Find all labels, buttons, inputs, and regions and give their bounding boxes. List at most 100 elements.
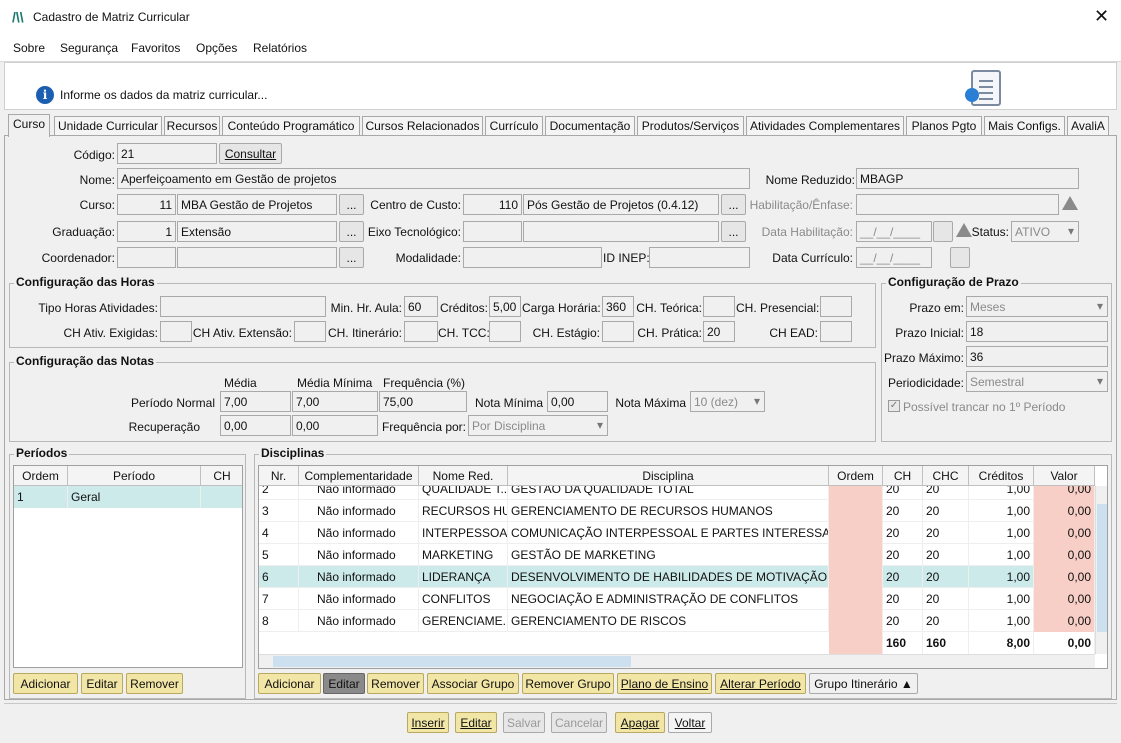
tab-conteudo[interactable]: Conteúdo Programático <box>222 116 360 136</box>
nota-maxima-select[interactable]: 10 (dez) <box>690 391 765 412</box>
ch-estagio-field[interactable] <box>602 321 634 342</box>
periodicidade-select[interactable]: Semestral <box>966 371 1108 392</box>
menu-relatorios[interactable]: Relatórios <box>253 41 307 55</box>
menu-favoritos[interactable]: Favoritos <box>131 41 180 55</box>
col-nr[interactable]: Nr. <box>259 466 299 486</box>
table-row[interactable]: 2 Não informado QUALIDADE T... GESTÃO DA QU… <box>259 486 1095 500</box>
status-select[interactable]: ATIVO <box>1011 221 1079 242</box>
eixo-code-field[interactable] <box>463 221 522 242</box>
tab-produtos[interactable]: Produtos/Serviços <box>637 116 744 136</box>
tab-atividades[interactable]: Atividades Complementares <box>746 116 904 136</box>
inserir-button[interactable]: Inserir <box>407 712 449 733</box>
disciplina-editar-button[interactable]: Editar <box>323 673 365 694</box>
tab-avalia[interactable]: AvaliA <box>1067 116 1109 136</box>
associar-grupo-button[interactable]: Associar Grupo <box>427 673 519 694</box>
tab-mais-configs[interactable]: Mais Configs. <box>984 116 1065 136</box>
menu-sobre[interactable]: Sobre <box>13 41 45 55</box>
periodo-editar-button[interactable]: Editar <box>81 673 123 694</box>
ch-extensao-field[interactable] <box>294 321 326 342</box>
graduacao-code-field[interactable]: 1 <box>117 221 176 242</box>
horizontal-scrollbar[interactable] <box>259 654 1095 668</box>
col-ordem[interactable]: Ordem <box>14 466 68 486</box>
ch-tcc-field[interactable] <box>489 321 521 342</box>
data-curriculo-field[interactable]: __/__/____ <box>856 247 932 268</box>
menu-seguranca[interactable]: Segurança <box>60 41 118 55</box>
table-row[interactable]: 5 Não informado MARKETING GESTÃO DE MARKETI… <box>259 544 1095 566</box>
hscroll-thumb[interactable] <box>273 656 631 667</box>
media-minima-field[interactable]: 7,00 <box>292 391 378 412</box>
table-row[interactable]: 3Não informadoRECURSOS HU...GERENCIAMENT… <box>259 500 1095 522</box>
col-creditos[interactable]: Créditos <box>969 466 1034 486</box>
modalidade-field[interactable] <box>463 247 602 268</box>
tab-recursos[interactable]: Recursos <box>164 116 220 136</box>
col-chc[interactable]: CHC <box>923 466 969 486</box>
coordenador-lookup-button[interactable]: ... <box>339 247 364 268</box>
vertical-scrollbar[interactable] <box>1095 486 1107 654</box>
graduacao-lookup-button[interactable]: ... <box>339 221 364 242</box>
nota-minima-field[interactable]: 0,00 <box>547 391 608 412</box>
creditos-field[interactable]: 5,00 <box>489 296 521 317</box>
data-habilitacao-field[interactable]: __/__/____ <box>856 221 932 242</box>
col-ch[interactable]: CH <box>201 466 242 486</box>
eixo-lookup-button[interactable]: ... <box>721 221 746 242</box>
curso-code-field[interactable]: 11 <box>117 194 176 215</box>
menu-opcoes[interactable]: Opções <box>196 41 237 55</box>
voltar-button[interactable]: Voltar <box>668 712 712 733</box>
ch-pratica-field[interactable]: 20 <box>703 321 735 342</box>
prazo-em-select[interactable]: Meses <box>966 296 1108 317</box>
min-hr-field[interactable]: 60 <box>404 296 438 317</box>
centro-code-field[interactable]: 110 <box>463 194 522 215</box>
ch-ead-field[interactable] <box>820 321 852 342</box>
tab-curso[interactable]: Curso <box>8 114 50 137</box>
tab-curriculo[interactable]: Currículo <box>485 116 543 136</box>
calendar-icon[interactable] <box>933 221 953 242</box>
prazo-maximo-field[interactable]: 36 <box>966 346 1108 367</box>
carga-horaria-field[interactable]: 360 <box>602 296 634 317</box>
recuperacao-media-minima-field[interactable]: 0,00 <box>292 415 378 436</box>
periodo-remover-button[interactable]: Remover <box>126 673 183 694</box>
editar-button[interactable]: Editar <box>455 712 497 733</box>
disciplina-remover-button[interactable]: Remover <box>367 673 424 694</box>
col-valor[interactable]: Valor <box>1034 466 1095 486</box>
frequencia-por-select[interactable]: Por Disciplina <box>468 415 608 436</box>
col-complementaridade[interactable]: Complementaridade <box>299 466 419 486</box>
col-periodo[interactable]: Período <box>68 466 201 486</box>
plano-ensino-button[interactable]: Plano de Ensino <box>617 673 712 694</box>
habilitacao-field[interactable] <box>856 194 1059 215</box>
tipo-horas-field[interactable] <box>160 296 326 317</box>
ch-presencial-field[interactable] <box>820 296 852 317</box>
scrollbar-thumb[interactable] <box>1097 504 1107 632</box>
curso-lookup-button[interactable]: ... <box>339 194 364 215</box>
col-ordem[interactable]: Ordem <box>829 466 883 486</box>
nome-reduzido-field[interactable]: MBAGP <box>856 168 1079 189</box>
periodo-adicionar-button[interactable]: Adicionar <box>13 673 78 694</box>
col-nome-red[interactable]: Nome Red. <box>419 466 508 486</box>
inep-field[interactable] <box>649 247 750 268</box>
disciplina-adicionar-button[interactable]: Adicionar <box>258 673 321 694</box>
nome-field[interactable]: Aperfeiçoamento em Gestão de projetos <box>117 168 750 189</box>
media-field[interactable]: 7,00 <box>220 391 291 412</box>
table-row[interactable]: 6 Não informado LIDERANÇA DESENVOLVIMENTO D… <box>259 566 1095 588</box>
ch-itinerario-field[interactable] <box>404 321 438 342</box>
tab-planos[interactable]: Planos Pgto <box>906 116 982 136</box>
recuperacao-media-field[interactable]: 0,00 <box>220 415 291 436</box>
table-row[interactable]: 4 Não informado INTERPESSOAL COMUNICAÇÃO IN… <box>259 522 1095 544</box>
tab-cursos-relacionados[interactable]: Cursos Relacionados <box>362 116 483 136</box>
coordenador-code-field[interactable] <box>117 247 176 268</box>
table-row[interactable]: 8 Não informado GERENCIAME... GERENCIAMENTO… <box>259 610 1095 632</box>
remover-grupo-button[interactable]: Remover Grupo <box>522 673 614 694</box>
alterar-periodo-button[interactable]: Alterar Período <box>715 673 806 694</box>
tab-documentacao[interactable]: Documentação <box>545 116 635 136</box>
col-ch[interactable]: CH <box>883 466 923 486</box>
salvar-button[interactable]: Salvar <box>503 712 545 733</box>
tab-unidade-curricular[interactable]: Unidade Curricular <box>54 116 162 136</box>
table-row[interactable]: 7 Não informado CONFLITOS NEGOCIAÇÃO E ADMI… <box>259 588 1095 610</box>
consultar-button[interactable]: Consultar <box>219 143 282 164</box>
calendar-icon[interactable] <box>950 247 970 268</box>
prazo-inicial-field[interactable]: 18 <box>966 321 1108 342</box>
table-row[interactable]: 1 Geral <box>14 486 242 508</box>
ch-exigidas-field[interactable] <box>160 321 192 342</box>
ch-teorica-field[interactable] <box>703 296 735 317</box>
grupo-itinerario-button[interactable]: Grupo Itinerário ▲ <box>809 673 918 694</box>
apagar-button[interactable]: Apagar <box>615 712 665 733</box>
